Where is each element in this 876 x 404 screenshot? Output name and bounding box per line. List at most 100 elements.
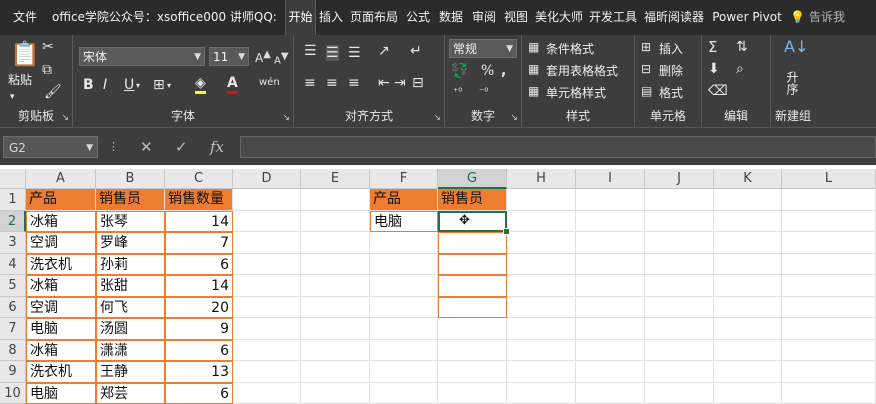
cell-f4[interactable] [370, 254, 438, 276]
cell-e9[interactable] [301, 361, 370, 383]
paste-dropdown-icon[interactable]: ▾ [10, 89, 15, 105]
cell-k10[interactable] [714, 383, 782, 404]
percent-icon[interactable]: % [481, 63, 494, 79]
table-cell[interactable]: 电脑 [26, 318, 96, 340]
cell-k6[interactable] [714, 297, 782, 319]
increase-font-icon[interactable]: A▲ [255, 47, 271, 66]
row-header-8[interactable]: 8 [0, 340, 26, 362]
merge-center-icon[interactable]: ⊟ [412, 75, 424, 91]
cell-d9[interactable] [233, 361, 301, 383]
bold-button[interactable]: B [83, 77, 94, 93]
lookup-result-cell[interactable] [438, 254, 507, 276]
font-name-combo[interactable]: 宋体▼ [79, 47, 205, 66]
table-cell[interactable]: 王静 [96, 361, 165, 383]
cell-d1[interactable] [233, 189, 301, 211]
align-middle-icon[interactable]: ☰ [326, 45, 339, 61]
insert-cells-button[interactable]: 插入 [659, 40, 683, 57]
table-cell[interactable]: 空调 [26, 232, 96, 254]
cell-e6[interactable] [301, 297, 370, 319]
column-header-g[interactable]: G [438, 169, 507, 189]
chevron-down-icon[interactable]: ▾ [136, 78, 140, 94]
font-launcher-icon[interactable]: ↘ [282, 113, 290, 123]
lookup-result-cell[interactable] [438, 297, 507, 319]
cell-h8[interactable] [507, 340, 576, 362]
clear-icon[interactable]: ⌫ [708, 83, 728, 99]
row-header-10[interactable]: 10 [0, 383, 26, 404]
fill-handle[interactable] [503, 228, 510, 235]
underline-button[interactable]: U [124, 77, 134, 93]
cell-l5[interactable] [782, 275, 876, 297]
delete-cells-button[interactable]: 删除 [659, 62, 683, 79]
cell-i5[interactable] [576, 275, 645, 297]
cell-h3[interactable] [507, 232, 576, 254]
table-cell[interactable]: 张甜 [96, 275, 165, 297]
column-header-a[interactable]: A [26, 169, 96, 189]
cell-e7[interactable] [301, 318, 370, 340]
cell-e1[interactable] [301, 189, 370, 211]
cell-f5[interactable] [370, 275, 438, 297]
active-cell-g2[interactable] [438, 211, 507, 233]
cell-l3[interactable] [782, 232, 876, 254]
cell-k9[interactable] [714, 361, 782, 383]
sort-ascending-icon[interactable]: A↓ [784, 39, 808, 55]
cell-j8[interactable] [645, 340, 714, 362]
cell-d8[interactable] [233, 340, 301, 362]
table-cell[interactable]: 冰箱 [26, 340, 96, 362]
column-header-j[interactable]: J [645, 169, 714, 189]
fill-icon[interactable]: ⬇ [708, 61, 720, 77]
cell-h4[interactable] [507, 254, 576, 276]
select-all-corner[interactable] [0, 169, 26, 189]
phonetic-button[interactable]: wén [259, 75, 280, 91]
number-format-combo[interactable]: 常规▼ [449, 39, 517, 58]
orientation-icon[interactable]: ↗ [378, 43, 390, 59]
cell-k2[interactable] [714, 211, 782, 233]
tell-me-search[interactable]: 告诉我 [806, 0, 848, 35]
cut-icon[interactable]: ✂ [42, 39, 54, 55]
cell-j3[interactable] [645, 232, 714, 254]
cell-e10[interactable] [301, 383, 370, 404]
table-cell[interactable]: 14 [165, 211, 233, 233]
tab-data[interactable]: 数据 [436, 0, 466, 35]
column-header-l[interactable]: L [782, 169, 876, 189]
tab-review[interactable]: 审阅 [469, 0, 499, 35]
italic-button[interactable]: I [103, 77, 107, 93]
cell-i1[interactable] [576, 189, 645, 211]
insert-function-button[interactable]: fx [210, 136, 224, 158]
table-cell[interactable]: 何飞 [96, 297, 165, 319]
cell-l8[interactable] [782, 340, 876, 362]
cell-i7[interactable] [576, 318, 645, 340]
column-header-b[interactable]: B [96, 169, 165, 189]
table-cell[interactable]: 空调 [26, 297, 96, 319]
cell-h1[interactable] [507, 189, 576, 211]
table-header-cell[interactable]: 销售数量 [165, 189, 233, 211]
cell-h6[interactable] [507, 297, 576, 319]
table-cell[interactable]: 6 [165, 340, 233, 362]
tab-page-layout[interactable]: 页面布局 [348, 0, 400, 35]
table-cell[interactable]: 13 [165, 361, 233, 383]
table-cell[interactable]: 7 [165, 232, 233, 254]
increase-indent-icon[interactable]: ⇥ [394, 75, 406, 91]
sort-ascending-button[interactable]: 升序 [785, 71, 799, 101]
cell-j5[interactable] [645, 275, 714, 297]
decrease-indent-icon[interactable]: ⇤ [378, 75, 390, 91]
cell-i2[interactable] [576, 211, 645, 233]
cell-l10[interactable] [782, 383, 876, 404]
cell-k8[interactable] [714, 340, 782, 362]
name-box[interactable]: G2▼ [3, 136, 98, 158]
increase-decimal-icon[interactable]: ⁺⁰ [453, 85, 462, 101]
cell-f9[interactable] [370, 361, 438, 383]
cell-i10[interactable] [576, 383, 645, 404]
tab-formulas[interactable]: 公式 [403, 0, 433, 35]
lookup-header-cell[interactable]: 产品 [370, 189, 438, 211]
row-header-3[interactable]: 3 [0, 232, 26, 254]
cell-j4[interactable] [645, 254, 714, 276]
format-painter-icon[interactable]: 🖌 [44, 84, 62, 100]
cell-j10[interactable] [645, 383, 714, 404]
align-top-icon[interactable]: ☰ [304, 43, 317, 59]
autosum-icon[interactable]: Σ [708, 39, 717, 55]
cell-l1[interactable] [782, 189, 876, 211]
table-format-button[interactable]: 套用表格格式 [546, 62, 618, 79]
table-cell[interactable]: 冰箱 [26, 211, 96, 233]
cell-g7[interactable] [438, 318, 507, 340]
tab-beautify[interactable]: 美化大师 [533, 0, 585, 35]
